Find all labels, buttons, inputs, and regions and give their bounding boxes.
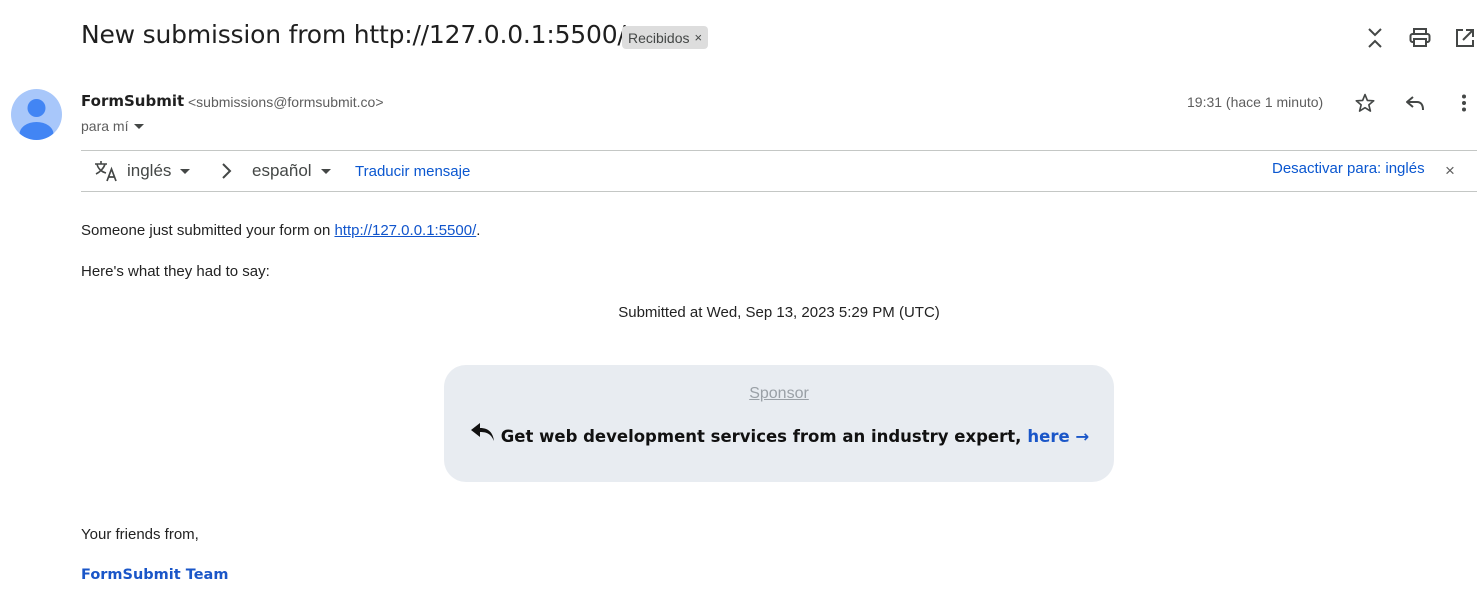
caret-down-icon xyxy=(320,168,331,174)
sender-name[interactable]: FormSubmit xyxy=(81,92,184,110)
closing-text: Your friends from, xyxy=(81,526,199,543)
disable-translation-link[interactable]: Desactivar para: inglés xyxy=(1272,148,1425,188)
translation-bar: inglés español Traducir mensaje Desactiv… xyxy=(81,150,1477,192)
submitted-at: Submitted at Wed, Sep 13, 2023 5:29 PM (… xyxy=(618,304,940,321)
sponsor-text: Get web development services from an ind… xyxy=(500,427,1022,446)
form-url-link[interactable]: http://127.0.0.1:5500/ xyxy=(334,222,476,239)
avatar[interactable] xyxy=(11,89,62,140)
source-language-dropdown[interactable]: inglés xyxy=(94,151,191,191)
caret-down-icon xyxy=(180,168,191,174)
intro-prefix: Someone just submitted your form on xyxy=(81,222,335,239)
team-signature-link[interactable]: FormSubmit Team xyxy=(81,567,228,583)
label-remove-icon[interactable]: × xyxy=(694,30,702,45)
source-language-label: inglés xyxy=(127,161,172,180)
open-in-new-icon[interactable] xyxy=(1453,26,1477,50)
email-timestamp: 19:31 (hace 1 minuto) xyxy=(1187,94,1324,110)
sender-email: <submissions@formsubmit.co> xyxy=(188,94,384,110)
more-vert-icon[interactable] xyxy=(1452,91,1476,115)
reply-icon[interactable] xyxy=(1403,91,1427,115)
person-icon xyxy=(19,99,54,140)
label-chip-text: Recibidos xyxy=(628,29,690,46)
translate-message-link[interactable]: Traducir mensaje xyxy=(355,151,470,191)
email-subject: New submission from http://127.0.0.1:550… xyxy=(81,20,626,49)
intro-paragraph: Someone just submitted your form on http… xyxy=(81,222,480,239)
target-language-dropdown[interactable]: español xyxy=(252,151,331,191)
label-chip-inbox[interactable]: Recibidos × xyxy=(622,26,709,49)
chevron-right-icon xyxy=(221,151,233,191)
print-icon[interactable] xyxy=(1408,26,1432,50)
close-icon[interactable]: × xyxy=(1445,151,1455,191)
recipient-dropdown[interactable]: para mí xyxy=(81,118,145,134)
sponsor-label: Sponsor xyxy=(749,385,809,402)
star-icon[interactable] xyxy=(1353,91,1377,115)
collapse-icon[interactable] xyxy=(1363,26,1387,50)
translate-icon xyxy=(95,161,117,182)
target-language-label: español xyxy=(252,161,312,180)
sponsor-message: Get web development services from an ind… xyxy=(444,422,1114,446)
sponsor-here-link[interactable]: here → xyxy=(1027,427,1089,446)
says-paragraph: Here's what they had to say: xyxy=(81,263,270,280)
sponsor-reply-icon xyxy=(470,422,494,441)
recipient-label: para mí xyxy=(81,118,129,134)
caret-down-icon xyxy=(134,123,145,129)
sponsor-box: Sponsor Get web development services fro… xyxy=(444,365,1114,482)
intro-suffix: . xyxy=(476,222,481,239)
